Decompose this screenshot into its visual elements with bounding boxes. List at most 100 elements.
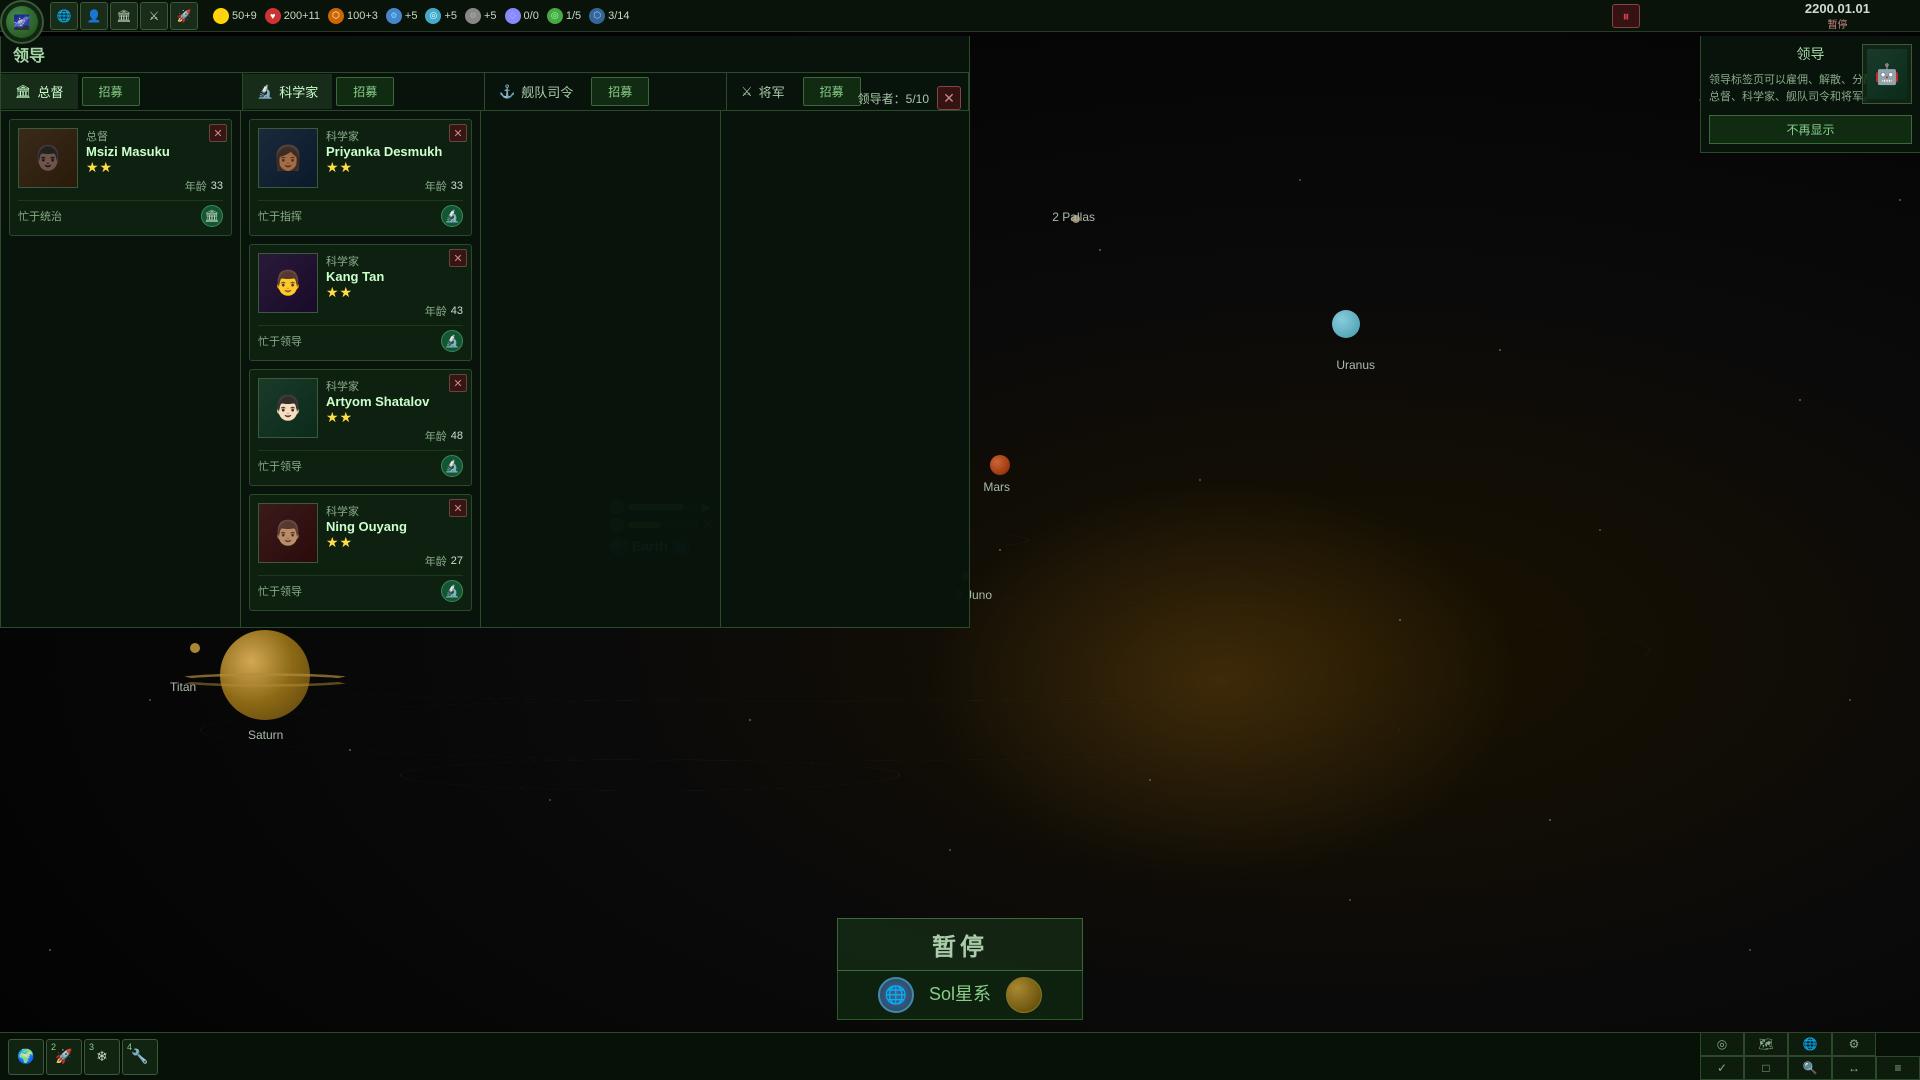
top-icon-btn-1[interactable]: 🌐 [50,2,78,30]
scientist-card-3: 👨🏽 科学家 Ning Ouyang ★★ 年龄 27 ✕ 忙于领导 [249,494,472,611]
recruit-admiral-button[interactable]: 招募 [591,77,649,106]
dismiss-scientist-0-button[interactable]: ✕ [449,124,467,142]
top-icon-btn-4[interactable]: ⚔ [140,2,168,30]
scientist-1-status-icon[interactable]: 🔬 [441,330,463,352]
dismiss-scientist-1-button[interactable]: ✕ [449,249,467,267]
br-btn-6[interactable]: □ [1744,1056,1788,1080]
dismiss-scientist-3-button[interactable]: ✕ [449,499,467,517]
energy-icon: ⚡ [213,8,229,24]
tech-icon: ⚙ [386,8,402,24]
bottom-right-controls: ◎ 🗺 🌐 ⚙ ✓ □ 🔍 ↔ ≡ [1700,1032,1920,1080]
scientist-2-age-label: 年龄 [425,428,447,444]
top-icon-btn-3[interactable]: 🏛 [110,2,138,30]
resource-food: ♥ 200+11 [265,8,320,24]
bottom-tab-number-2: 3 [89,1042,94,1052]
scientist-2-status: 忙于领导 [258,458,302,474]
date-display: 2200.01.01 暂停 [1805,0,1870,32]
resource-influence: ◎ +5 [425,8,457,24]
tab-governor-icon: 🏛 [15,84,32,100]
leader-count: 领导者：5/10 [858,90,929,107]
scientist-3-info: 科学家 Ning Ouyang ★★ 年龄 27 [326,503,463,569]
br-btn-4[interactable]: ⚙ [1832,1032,1876,1056]
dismiss-scientist-2-button[interactable]: ✕ [449,374,467,392]
naval-value: 3/14 [608,10,629,22]
resource-alloys: ◇ 0/0 [505,8,539,24]
scientist-0-age-value: 33 [451,180,463,192]
top-icon-btn-2[interactable]: 👤 [80,2,108,30]
alloys-icon: ◇ [505,8,521,24]
bottom-icon-btn-globe[interactable]: 🌍 [8,1039,44,1075]
scientist-3-status: 忙于领导 [258,583,302,599]
saturn-container [220,630,310,720]
recruit-governor-button[interactable]: 招募 [82,77,140,106]
pause-button[interactable]: ⏸ [1612,4,1640,28]
scientist-0-status-icon[interactable]: 🔬 [441,205,463,227]
uranus-container [1332,310,1360,338]
scientist-3-type: 科学家 [326,503,463,519]
bottom-left-icons: 🌍 2 🚀 3 ❄ 4 🔧 [8,1039,158,1075]
tab-admiral[interactable]: ⚓ 舰队司令 [485,74,587,109]
top-bar-icons: 🌐 👤 🏛 ⚔ 🚀 [50,2,198,30]
nebula [920,480,1520,880]
br-btn-3[interactable]: 🌐 [1788,1032,1832,1056]
titan-container [190,643,200,653]
governor-status-icon[interactable]: 🏛 [201,205,223,227]
scientist-2-status-icon[interactable]: 🔬 [441,455,463,477]
scientist-1-stars: ★★ [326,284,463,301]
governor-age-row: 年龄 33 [86,178,223,194]
game-logo-inner: 🌌 [6,6,38,38]
close-leadership-button[interactable]: ✕ [937,86,961,110]
governor-type: 总督 [86,128,223,144]
energy-value: 50+9 [232,10,257,22]
scientist-3-status-icon[interactable]: 🔬 [441,580,463,602]
scientist-0-status-row: 忙于指挥 🔬 [258,200,463,227]
titan-label: Titan [170,680,196,694]
pause-overlay: 暂停 🌐 Sol星系 [837,918,1083,1020]
right-info-panel: 领导 🤖 领导标签页可以雇佣、解散、分配空闲的总督、科学家、舰队司令和将军。 不… [1700,36,1920,153]
scientist-0-status: 忙于指挥 [258,208,302,224]
resource-tech: ⚙ +5 [386,8,418,24]
governor-column: 👨🏿 总督 Msizi Masuku ★★ 年龄 33 ✕ 忙于统治 [1,111,241,627]
scientist-3-name: Ning Ouyang [326,519,463,534]
sol-icon-left[interactable]: 🌐 [878,977,914,1013]
influence-value: +5 [444,10,457,22]
minerals-icon: ⬡ [328,8,344,24]
resource-naval: ⬡ 3/14 [589,8,629,24]
leadership-panel: 领导 领导者：5/10 ✕ 🏛 总督 招募 🔬 科学家 招募 ⚓ 舰队司令 招募 [0,36,970,628]
br-btn-2[interactable]: 🗺 [1744,1032,1788,1056]
scientist-0-age-label: 年龄 [425,178,447,194]
alloys-value: 0/0 [524,10,539,22]
br-btn-9[interactable]: ≡ [1876,1056,1920,1080]
tab-governor[interactable]: 🏛 总督 [1,74,78,109]
tab-scientist-label: 科学家 [279,82,318,101]
system-name: 🌐 Sol星系 [837,971,1083,1020]
br-btn-5[interactable]: ✓ [1700,1056,1744,1080]
game-logo[interactable]: 🌌 [0,0,44,44]
bottom-icon-btn-2[interactable]: 3 ❄ [84,1039,120,1075]
no-show-button[interactable]: 不再显示 [1709,115,1912,144]
tab-general[interactable]: ⚔ 将军 [727,74,799,109]
resource-consumer: ◎ 1/5 [547,8,581,24]
governor-stars: ★★ [86,159,223,176]
tab-general-icon: ⚔ [741,84,753,100]
dismiss-governor-button[interactable]: ✕ [209,124,227,142]
br-btn-1[interactable]: ◎ [1700,1032,1744,1056]
governor-status-row: 忙于统治 🏛 [18,200,223,227]
scientist-0-portrait-inner: 👩🏾 [259,129,317,187]
br-btn-7[interactable]: 🔍 [1788,1056,1832,1080]
br-btn-8[interactable]: ↔ [1832,1056,1876,1080]
top-icon-btn-5[interactable]: 🚀 [170,2,198,30]
tech-value: +5 [405,10,418,22]
tab-scientist[interactable]: 🔬 科学家 [243,74,332,109]
recruit-general-button[interactable]: 招募 [803,77,861,106]
bottom-icon-btn-3[interactable]: 4 🔧 [122,1039,158,1075]
leadership-title-bar: 领导 领导者：5/10 ✕ [1,36,969,73]
bottom-icon-btn-1[interactable]: 2 🚀 [46,1039,82,1075]
tab-general-label: 将军 [759,82,785,101]
scientist-3-age-value: 27 [451,555,463,567]
sol-icon-right[interactable] [1006,977,1042,1013]
recruit-scientist-button[interactable]: 招募 [336,77,394,106]
scientist-0-portrait: 👩🏾 [258,128,318,188]
unity-icon: ⚙ [465,8,481,24]
scientist-1-portrait: 👨 [258,253,318,313]
